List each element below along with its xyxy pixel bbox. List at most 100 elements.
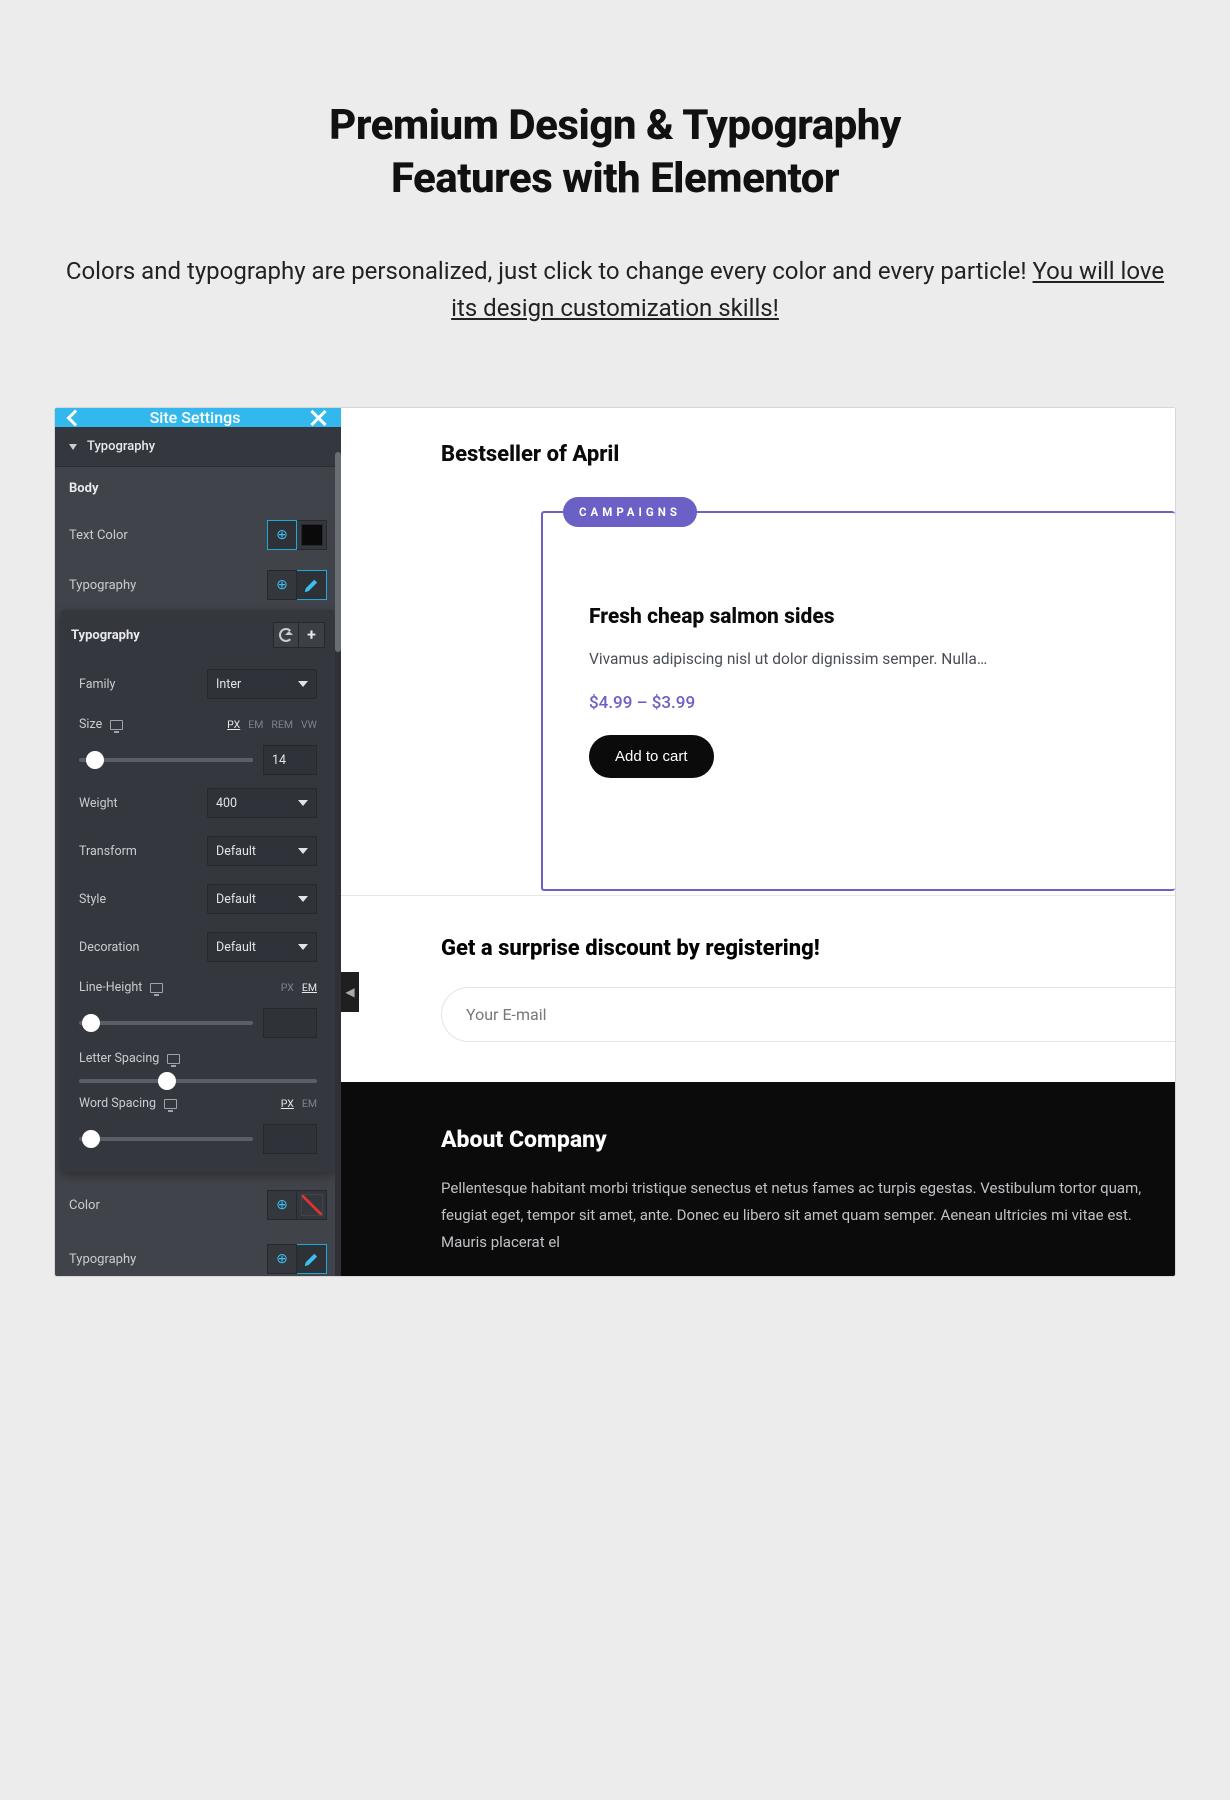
letterspacing-slider[interactable] [79,1079,317,1083]
size-units: PX EM REM VW [227,718,317,731]
row-typography: Typography ⊕ [55,560,341,610]
chevron-down-icon [298,848,308,854]
unit-px[interactable]: PX [281,981,294,994]
lineheight-thumb[interactable] [82,1014,100,1032]
close-icon[interactable] [309,409,327,427]
bestseller-heading: Bestseller of April [441,442,1175,467]
reset-button[interactable] [273,622,299,648]
row-text-color: Text Color ⊕ [55,510,341,560]
wordspacing-units: PX EM [281,1097,317,1110]
decoration-select[interactable]: Default [207,932,317,962]
email-input[interactable]: Your E-mail [441,987,1175,1042]
campaigns-badge: CAMPAIGNS [563,497,697,527]
letterspacing-label: Letter Spacing [79,1051,159,1066]
decoration-label: Decoration [79,940,139,955]
product-card-wrap: CAMPAIGNS Fresh cheap salmon sides Vivam… [541,511,1175,891]
plus-icon: + [307,627,316,643]
chevron-down-icon [298,896,308,902]
globe-icon: ⊕ [276,527,288,543]
row-letterspacing: Letter Spacing [61,1042,335,1075]
popup-header: Typography + [61,610,335,660]
wordspacing-label: Word Spacing [79,1096,156,1111]
hero-lead: Colors and typography are personalized, … [60,253,1170,327]
desktop-icon[interactable] [150,983,163,993]
desktop-icon[interactable] [167,1054,180,1064]
app-window: Site Settings Typography Body Text Color… [54,407,1176,1277]
lineheight-slider[interactable] [79,1021,253,1025]
hero: Premium Design & Typography Features wit… [0,0,1230,377]
footer-body: Pellentesque habitant morbi tristique se… [441,1175,1175,1256]
unit-em[interactable]: EM [248,718,263,731]
transform-select[interactable]: Default [207,836,317,866]
settings-sidebar: Site Settings Typography Body Text Color… [55,408,341,1276]
bestseller-section: Bestseller of April CAMPAIGNS Fresh chea… [341,408,1175,891]
sidebar-header: Site Settings [55,408,341,427]
globe-button[interactable]: ⊕ [267,1190,297,1220]
product-card: Fresh cheap salmon sides Vivamus adipisc… [541,511,1175,891]
wordspacing-slider[interactable] [79,1137,253,1141]
wordspacing-value-input[interactable] [263,1124,317,1154]
row-family: Family Inter [61,660,335,708]
preview-pane: ◀ Bestseller of April CAMPAIGNS Fresh ch… [341,408,1175,1276]
letterspacing-thumb[interactable] [158,1072,176,1090]
section-body-label: Body [55,467,341,510]
color-label: Color [69,1198,100,1213]
unit-px[interactable]: PX [227,718,240,731]
globe-button[interactable]: ⊕ [267,1244,297,1274]
size-value-input[interactable]: 14 [263,745,317,775]
weight-value: 400 [216,796,237,811]
collapse-handle[interactable]: ◀ [341,972,359,1012]
footer-section: About Company Pellentesque habitant morb… [341,1082,1175,1276]
hero-title-line1: Premium Design & Typography [329,101,901,150]
style-select[interactable]: Default [207,884,317,914]
pencil-icon [305,1252,319,1266]
chevron-down-icon [298,800,308,806]
size-label: Size [79,717,102,732]
globe-button[interactable]: ⊕ [267,520,297,550]
style-label: Style [79,892,106,907]
accordion-typography[interactable]: Typography [55,427,341,467]
unit-em[interactable]: EM [302,981,317,994]
weight-select[interactable]: 400 [207,788,317,818]
lineheight-value-input[interactable] [263,1008,317,1038]
desktop-icon[interactable] [110,720,123,730]
family-label: Family [79,677,115,692]
unit-rem[interactable]: REM [271,718,293,731]
desktop-icon[interactable] [164,1099,177,1109]
text-color-label: Text Color [69,528,128,543]
transform-value: Default [216,844,256,859]
globe-icon: ⊕ [276,577,288,593]
lineheight-units: PX EM [281,981,317,994]
globe-icon: ⊕ [276,1251,288,1267]
hero-lead-a: Colors and typography are personalized, … [66,257,1033,285]
product-title: Fresh cheap salmon sides [589,605,1129,629]
sidebar-title: Site Settings [150,408,241,427]
wordspacing-thumb[interactable] [82,1130,100,1148]
color-swatch [301,524,323,546]
back-icon[interactable] [67,409,84,426]
globe-button[interactable]: ⊕ [267,570,297,600]
unit-px[interactable]: PX [281,1097,294,1110]
add-to-cart-button[interactable]: Add to cart [589,735,714,778]
edit-typography-button[interactable] [297,1244,327,1274]
row-wordspacing: Word Spacing PX EM [61,1087,335,1120]
transform-label: Transform [79,844,137,859]
family-select[interactable]: Inter [207,669,317,699]
add-button[interactable]: + [299,622,325,648]
color-swatch-button[interactable] [297,520,327,550]
unit-em[interactable]: EM [302,1097,317,1110]
style-value: Default [216,892,256,907]
size-slider[interactable] [79,758,253,762]
unit-vw[interactable]: VW [301,718,317,731]
color-swatch-button[interactable] [297,1190,327,1220]
size-slider-row: 14 [61,741,335,779]
weight-label: Weight [79,796,118,811]
footer-heading: About Company [441,1126,1175,1153]
globe-icon: ⊕ [276,1197,288,1213]
product-description: Vivamus adipiscing nisl ut dolor digniss… [589,647,1129,671]
row-decoration: Decoration Default [61,923,335,971]
size-thumb[interactable] [86,751,104,769]
row-weight: Weight 400 [61,779,335,827]
edit-typography-button[interactable] [297,570,327,600]
decoration-value: Default [216,940,256,955]
